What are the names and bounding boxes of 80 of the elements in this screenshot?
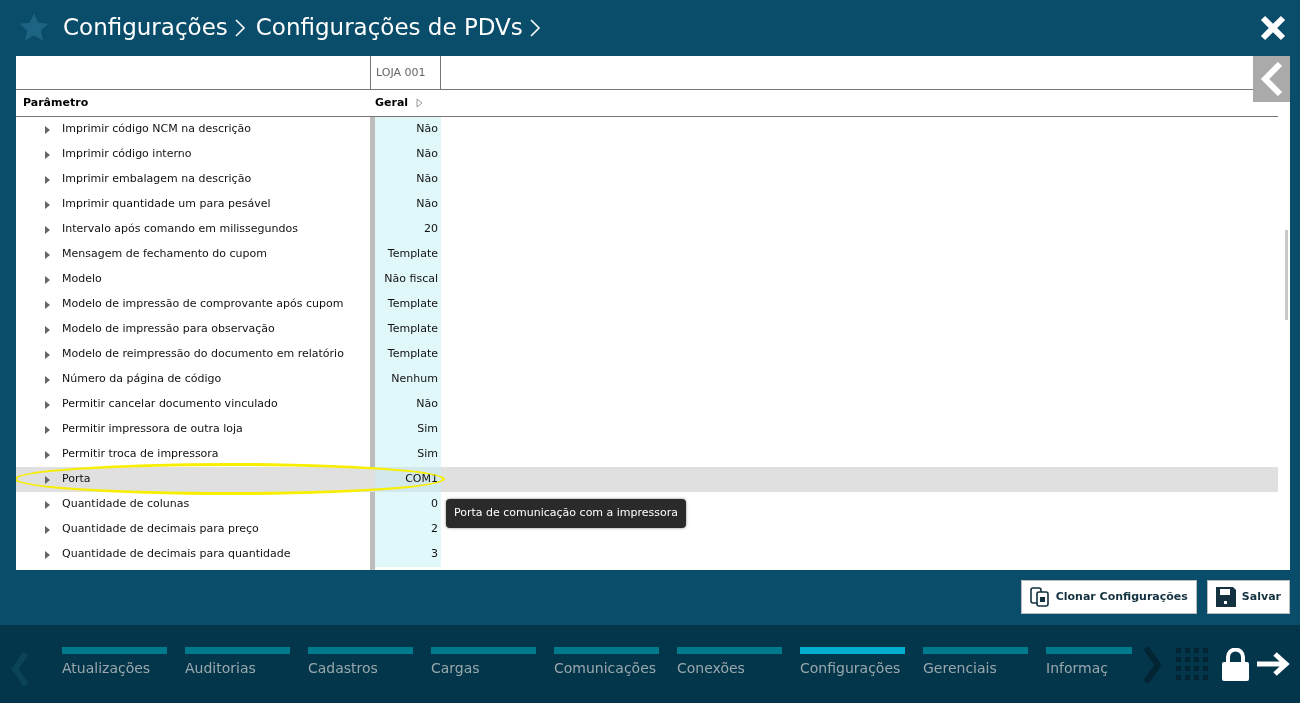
expand-arrow-icon[interactable] xyxy=(45,125,50,134)
parameter-label: Modelo xyxy=(62,271,103,288)
nav-tab[interactable]: Cadastros xyxy=(308,647,413,679)
parameter-label: Imprimir quantidade um para pesável xyxy=(62,196,272,213)
close-icon[interactable] xyxy=(1260,14,1286,41)
table-cell[interactable]: Template xyxy=(375,342,441,367)
nav-tab[interactable]: Comunicações xyxy=(554,647,659,679)
nav-tab[interactable]: Atualizações xyxy=(62,647,167,679)
parameter-label: Número da página de código xyxy=(62,371,223,388)
parameter-label: Modelo de reimpressão do documento em relatório xyxy=(62,346,345,363)
parameter-label: Quantidade de colunas xyxy=(62,496,191,513)
logout-arrow-icon[interactable] xyxy=(1257,652,1290,676)
expand-arrow-icon[interactable] xyxy=(45,150,50,159)
breadcrumb-item[interactable]: Configurações de PDVs xyxy=(255,10,523,45)
expand-arrow-icon[interactable] xyxy=(45,400,50,409)
column-header: Parâmetro xyxy=(22,94,90,111)
table-cell[interactable]: 3 xyxy=(375,542,441,567)
expand-arrow-icon[interactable] xyxy=(45,200,50,209)
parameter-label: Quantidade de decimais para preço xyxy=(62,521,260,538)
table-cell[interactable]: Template xyxy=(375,292,441,317)
expand-arrow-icon[interactable] xyxy=(45,175,50,184)
parameter-label: Mensagem de fechamento do cupom xyxy=(62,246,268,263)
expand-arrow-icon[interactable] xyxy=(45,500,50,509)
parameter-label: Imprimir código NCM na descrição xyxy=(62,121,253,138)
table-cell[interactable]: Não xyxy=(375,167,441,192)
nav-tab[interactable]: Conexões xyxy=(677,647,782,679)
nav-tab[interactable]: Auditorias xyxy=(185,647,290,679)
parameter-label: Modelo de impressão de comprovante após cupom xyxy=(62,296,345,313)
scrollbar-thumb[interactable] xyxy=(1285,230,1288,320)
table-cell[interactable]: Não xyxy=(375,192,441,217)
table-cell[interactable]: 0 xyxy=(375,492,441,517)
column-header: Geral xyxy=(374,94,409,111)
column-header: LOJA 001 xyxy=(370,56,441,89)
parameter-label: Imprimir código interno xyxy=(62,146,193,163)
table-cell[interactable]: COM1 xyxy=(375,467,441,492)
chevron-icon xyxy=(528,17,541,38)
table-cell[interactable]: Não xyxy=(375,142,441,167)
lock-icon[interactable] xyxy=(1222,648,1249,681)
expand-arrow-icon[interactable] xyxy=(45,250,50,259)
side-panel-toggle[interactable] xyxy=(1253,56,1290,102)
table-cell[interactable]: 20 xyxy=(375,217,441,242)
save-button[interactable]: Salvar xyxy=(1206,580,1290,614)
parameter-label: Imprimir embalagem na descrição xyxy=(62,171,253,188)
table-cell[interactable]: 2 xyxy=(375,517,441,542)
expand-arrow-icon[interactable] xyxy=(45,375,50,384)
nav-tab[interactable]: Cargas xyxy=(431,647,536,679)
parameter-label: Porta xyxy=(62,471,92,488)
parameter-label: Intervalo após comando em milissegundos xyxy=(62,221,299,238)
expand-arrow-icon[interactable] xyxy=(45,275,50,284)
expand-arrow-icon[interactable] xyxy=(45,450,50,459)
tooltip: Porta de comunicação com a impressora xyxy=(446,499,687,528)
table-cell[interactable]: Sim xyxy=(375,417,441,442)
table-cell[interactable]: Não fiscal xyxy=(375,267,441,292)
nav-tab[interactable]: Configurações xyxy=(800,647,905,679)
expand-arrow-icon[interactable] xyxy=(45,350,50,359)
nav-tab[interactable]: Gerenciais xyxy=(923,647,1028,679)
expand-arrow-icon[interactable] xyxy=(45,425,50,434)
table-cell[interactable]: Não xyxy=(375,392,441,417)
breadcrumb-item[interactable]: Configurações xyxy=(63,10,228,45)
table-cell[interactable]: Nenhum xyxy=(375,367,441,392)
expand-arrow-icon[interactable] xyxy=(45,475,50,484)
table-cell[interactable]: Template xyxy=(375,242,441,267)
parameter-label: Permitir troca de impressora xyxy=(62,446,220,463)
copy-icon xyxy=(1029,587,1050,607)
parameter-label: Quantidade de decimais para quantidade xyxy=(62,546,292,563)
parameter-label: Permitir cancelar documento vinculado xyxy=(62,396,279,413)
table-cell[interactable]: Sim xyxy=(375,442,441,467)
expand-arrow-icon[interactable] xyxy=(45,300,50,309)
clone-button[interactable]: Clonar Configurações xyxy=(1020,580,1197,614)
chevron-icon xyxy=(233,17,246,38)
table-cell[interactable]: Não xyxy=(375,117,441,142)
parameter-label: Modelo de impressão para observação xyxy=(62,321,276,338)
nav-tab[interactable]: Informaç xyxy=(1046,647,1132,679)
expand-arrow-icon[interactable] xyxy=(45,225,50,234)
expand-arrow-icon[interactable] xyxy=(45,550,50,559)
expand-arrow-icon[interactable] xyxy=(416,98,424,108)
expand-arrow-icon[interactable] xyxy=(45,325,50,334)
parameter-label: Permitir impressora de outra loja xyxy=(62,421,244,438)
table-cell[interactable]: Template xyxy=(375,317,441,342)
expand-arrow-icon[interactable] xyxy=(45,525,50,534)
